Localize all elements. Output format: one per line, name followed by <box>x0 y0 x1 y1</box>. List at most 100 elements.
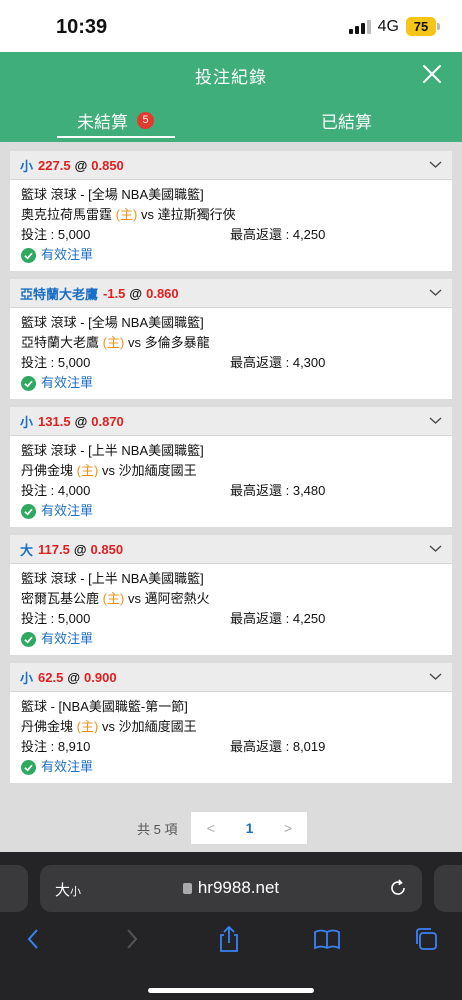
bet-line: 117.5 <box>38 541 70 557</box>
check-circle-icon <box>21 503 36 519</box>
page-number-button[interactable]: 1 <box>246 820 254 836</box>
away-team: 達拉斯獨行俠 <box>157 207 236 222</box>
url-text: hr9988.net <box>197 878 280 897</box>
tab-unsettled[interactable]: 未結算 5 <box>0 98 231 142</box>
previous-tab-peek[interactable] <box>0 865 28 912</box>
chevron-down-icon[interactable] <box>429 542 442 555</box>
bet-status-label: 有效注單 <box>41 375 94 390</box>
bet-status: 有效注單 <box>21 245 441 265</box>
bet-status-label: 有效注單 <box>41 631 94 646</box>
signal-icon <box>348 19 371 34</box>
status-time: 10:39 <box>56 16 108 38</box>
bet-details: 籃球 滾球 - [全場 NBA美國職籃] 奧克拉荷馬雷霆 (主) vs 達拉斯獨… <box>10 179 452 271</box>
text-size-button[interactable]: 大小 <box>55 879 81 900</box>
check-circle-icon <box>21 759 36 775</box>
bet-status: 有效注單 <box>21 373 441 393</box>
bet-details: 籃球 - [NBA美國職籃-第一節] 丹佛金塊 (主) vs 沙加緬度國王 投注… <box>10 691 452 783</box>
home-team: 密爾瓦基公鹿 <box>21 591 100 606</box>
check-circle-icon <box>21 631 36 647</box>
bet-header[interactable]: 小 227.5 @ 0.850 <box>10 151 452 179</box>
pagination-total: 共 5 項 <box>137 821 178 837</box>
next-page-button[interactable]: > <box>284 820 292 836</box>
bet-match: 丹佛金塊 (主) vs 沙加緬度國王 <box>21 717 441 737</box>
max-payout: 最高返還 : 4,300 <box>230 355 326 370</box>
bet-header[interactable]: 小 62.5 @ 0.900 <box>10 663 452 691</box>
address-bar[interactable]: 大小 hr9988.net <box>40 865 422 912</box>
bet-odds: 0.870 <box>91 413 124 429</box>
bet-match: 亞特蘭大老鷹 (主) vs 多倫多暴龍 <box>21 333 441 353</box>
pagination-area: 共 5 項 < 1 > <box>0 812 462 852</box>
chevron-down-icon[interactable] <box>429 286 442 299</box>
bet-league: 籃球 滾球 - [上半 NBA美國職籃] <box>21 443 204 458</box>
bookmarks-icon[interactable] <box>313 924 341 954</box>
tabs-icon[interactable] <box>412 924 440 954</box>
bet-header[interactable]: 亞特蘭大老鷹 -1.5 @ 0.860 <box>10 279 452 307</box>
vs-text: vs <box>127 591 141 606</box>
app-header: 投注紀錄 <box>0 52 462 98</box>
network-type: 4G <box>377 17 399 35</box>
chevron-down-icon[interactable] <box>429 670 442 683</box>
stake-amount: 投注 : 8,910 <box>21 739 91 754</box>
close-button[interactable] <box>420 62 444 86</box>
bet-card: 小 62.5 @ 0.900 籃球 - [NBA美國職籃-第一節] 丹佛金塊 (… <box>10 663 452 783</box>
bet-status-label: 有效注單 <box>41 759 94 774</box>
bet-selection: 小 <box>20 670 34 686</box>
status-indicators: 4G 75 <box>348 17 440 36</box>
home-team: 亞特蘭大老鷹 <box>21 335 100 350</box>
prev-page-button[interactable]: < <box>207 820 215 836</box>
text-size-small: 小 <box>70 886 82 898</box>
stake-amount: 投注 : 4,000 <box>21 483 91 498</box>
tab-settled[interactable]: 已結算 <box>231 98 462 142</box>
unsettled-count-badge: 5 <box>137 111 154 129</box>
pagination-controls: < 1 > <box>191 812 308 844</box>
page-title: 投注紀錄 <box>195 67 267 87</box>
back-icon[interactable] <box>20 924 48 954</box>
battery-icon: 75 <box>406 17 440 36</box>
bet-odds: 0.850 <box>90 541 124 557</box>
host-tag: (主) <box>102 591 125 606</box>
bet-status: 有效注單 <box>21 501 441 521</box>
bet-card: 亞特蘭大老鷹 -1.5 @ 0.860 籃球 滾球 - [全場 NBA美國職籃]… <box>10 279 452 399</box>
max-payout: 最高返還 : 4,250 <box>230 227 326 242</box>
bet-details: 籃球 滾球 - [上半 NBA美國職籃] 密爾瓦基公鹿 (主) vs 邁阿密熱火… <box>10 563 452 655</box>
host-tag: (主) <box>102 335 125 350</box>
bet-header[interactable]: 小 131.5 @ 0.870 <box>10 407 452 435</box>
close-icon <box>423 65 441 83</box>
bet-header[interactable]: 大 117.5 @ 0.850 <box>10 535 452 563</box>
bet-line: 131.5 <box>38 413 71 429</box>
stake-amount: 投注 : 5,000 <box>21 355 91 370</box>
bet-amounts: 投注 : 5,000 最高返還 : 4,250 <box>21 609 441 629</box>
bet-odds: 0.850 <box>91 157 124 173</box>
vs-text: vs <box>127 335 141 350</box>
bet-line: 227.5 <box>38 157 71 173</box>
bet-match: 丹佛金塊 (主) vs 沙加緬度國王 <box>21 461 441 481</box>
home-team: 丹佛金塊 <box>21 719 74 734</box>
bet-amounts: 投注 : 8,910 最高返還 : 8,019 <box>21 737 441 757</box>
share-icon[interactable] <box>215 924 243 954</box>
bet-selection: 小 <box>20 158 34 174</box>
tab-settled-label: 已結算 <box>321 112 372 132</box>
bet-details: 籃球 滾球 - [上半 NBA美國職籃] 丹佛金塊 (主) vs 沙加緬度國王 … <box>10 435 452 527</box>
away-team: 多倫多暴龍 <box>144 335 210 350</box>
chevron-down-icon[interactable] <box>429 158 442 171</box>
chevron-down-icon[interactable] <box>429 414 442 427</box>
reload-icon[interactable] <box>388 878 408 898</box>
home-team: 丹佛金塊 <box>21 463 74 478</box>
forward-icon[interactable] <box>117 924 145 954</box>
bet-league: 籃球 滾球 - [全場 NBA美國職籃] <box>21 187 204 202</box>
bet-status: 有效注單 <box>21 757 441 777</box>
tab-unsettled-label: 未結算 <box>77 112 128 132</box>
bet-league: 籃球 滾球 - [上半 NBA美國職籃] <box>21 571 204 586</box>
bet-status-label: 有效注單 <box>41 247 94 262</box>
bet-list: 小 227.5 @ 0.850 籃球 滾球 - [全場 NBA美國職籃] 奧克拉… <box>0 142 462 812</box>
max-payout: 最高返還 : 4,250 <box>230 611 326 626</box>
away-team: 邁阿密熱火 <box>144 591 210 606</box>
at-sign: @ <box>74 157 88 173</box>
pagination: 共 5 項 < 1 > <box>137 812 308 844</box>
url-display: hr9988.net <box>40 878 422 898</box>
stake-amount: 投注 : 5,000 <box>21 611 91 626</box>
vs-text: vs <box>101 719 115 734</box>
next-tab-peek[interactable] <box>434 865 462 912</box>
bet-status-label: 有效注單 <box>41 503 94 518</box>
bet-odds: 0.860 <box>146 285 179 301</box>
